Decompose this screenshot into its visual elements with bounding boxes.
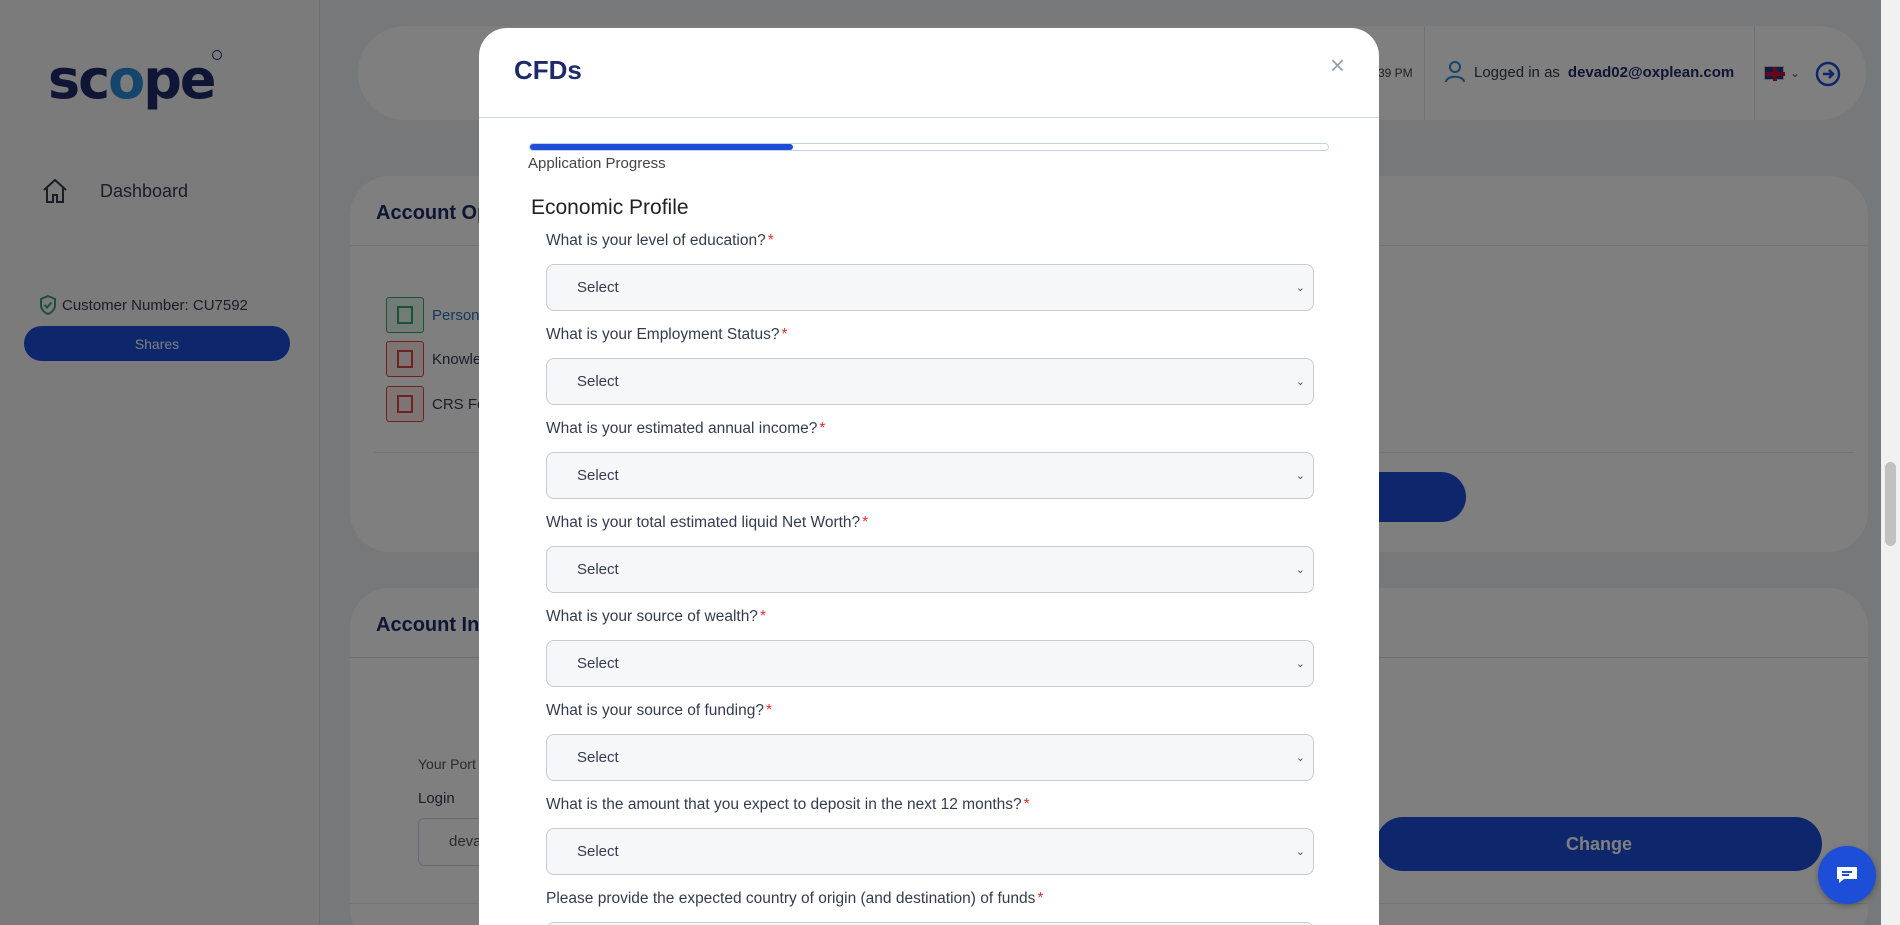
chevron-down-icon: ⌄: [1295, 376, 1305, 388]
question-8: Please provide the expected country of o…: [546, 890, 1316, 925]
select-value: Select: [577, 561, 619, 578]
required-marker: *: [765, 702, 773, 719]
question-label: What is your level of education? *: [546, 232, 774, 249]
progress-label: Application Progress: [528, 155, 666, 172]
question-select[interactable]: Select ⌄: [546, 264, 1314, 311]
chat-button[interactable]: [1818, 846, 1876, 904]
question-2: What is your Employment Status? * Select ⌄: [546, 326, 1316, 405]
select-value: Select: [577, 467, 619, 484]
question-select[interactable]: Select ⌄: [546, 546, 1314, 593]
question-select[interactable]: Select ⌄: [546, 734, 1314, 781]
question-label: What is your total estimated liquid Net …: [546, 514, 869, 531]
question-label: What is your source of wealth? *: [546, 608, 766, 625]
select-value: Select: [577, 655, 619, 672]
question-label: What is your estimated annual income? *: [546, 420, 826, 437]
select-value: Select: [577, 279, 619, 296]
required-marker: *: [759, 608, 766, 625]
application-progress-bar: [529, 143, 1329, 151]
select-value: Select: [577, 843, 619, 860]
progress-fill: [530, 144, 794, 150]
required-marker: *: [1037, 890, 1044, 907]
question-select[interactable]: Select ⌄: [546, 358, 1314, 405]
question-label: Please provide the expected country of o…: [546, 890, 1044, 907]
section-title: Economic Profile: [531, 196, 689, 219]
modal-title: CFDs: [514, 55, 582, 85]
modal-header: CFDs ×: [479, 28, 1379, 118]
question-6: What is your source of funding? * Select ⌄: [546, 702, 1316, 781]
required-marker: *: [862, 514, 869, 531]
required-marker: *: [767, 232, 774, 249]
scrollbar-thumb[interactable]: [1885, 462, 1896, 546]
question-label: What is the amount that you expect to de…: [546, 796, 1030, 813]
chevron-down-icon: ⌄: [1295, 470, 1305, 482]
question-4: What is your total estimated liquid Net …: [546, 514, 1316, 593]
chevron-down-icon: ⌄: [1295, 282, 1305, 294]
question-select[interactable]: Select ⌄: [546, 640, 1314, 687]
question-label: What is your Employment Status? *: [546, 326, 788, 343]
question-7: What is the amount that you expect to de…: [546, 796, 1316, 875]
question-label: What is your source of funding? *: [546, 702, 773, 719]
close-icon[interactable]: ×: [1330, 50, 1345, 81]
chevron-down-icon: ⌄: [1295, 564, 1305, 576]
chevron-down-icon: ⌄: [1295, 846, 1305, 858]
select-value: Select: [577, 373, 619, 390]
question-1: What is your level of education? * Select ⌄: [546, 232, 1316, 311]
required-marker: *: [781, 326, 788, 343]
required-marker: *: [1023, 796, 1030, 813]
question-5: What is your source of wealth? * Select ⌄: [546, 608, 1316, 687]
question-3: What is your estimated annual income? * Se…: [546, 420, 1316, 499]
select-value: Select: [577, 749, 619, 766]
chat-icon: [1837, 867, 1857, 883]
chevron-down-icon: ⌄: [1295, 752, 1305, 764]
chevron-down-icon: ⌄: [1295, 658, 1305, 670]
required-marker: *: [819, 420, 826, 437]
question-select[interactable]: Select ⌄: [546, 452, 1314, 499]
question-select[interactable]: Select ⌄: [546, 828, 1314, 875]
